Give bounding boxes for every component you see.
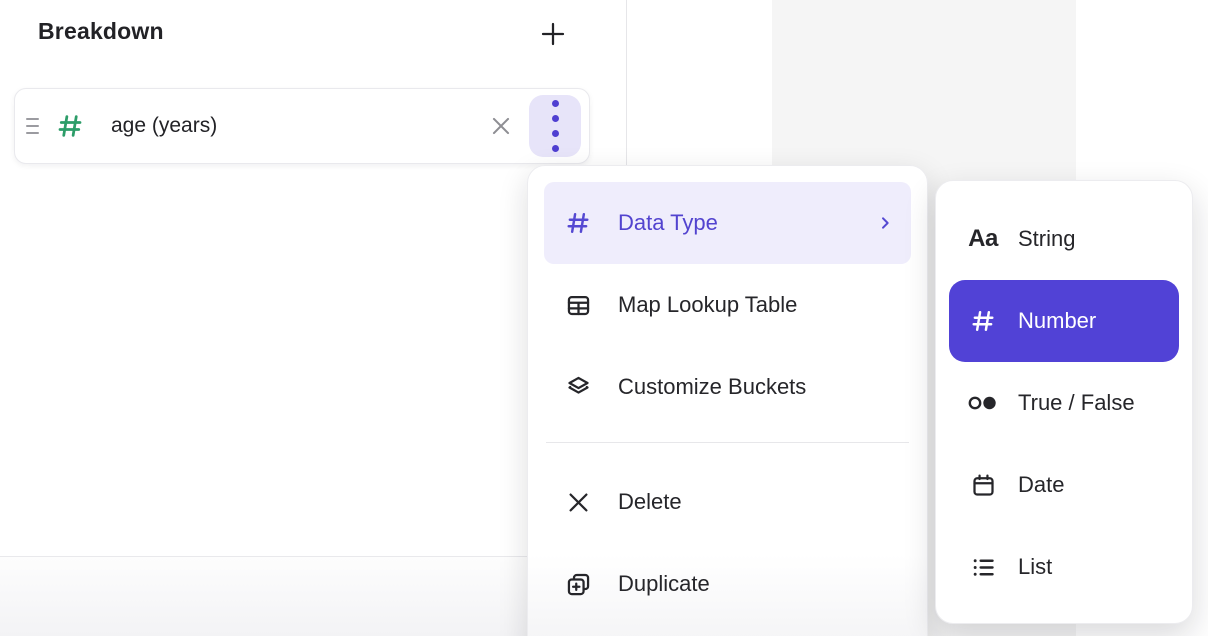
field-options-button[interactable] [529, 95, 581, 157]
submenu-item-list[interactable]: List [949, 526, 1179, 608]
boolean-circles-icon [964, 391, 1002, 415]
add-breakdown-button[interactable] [533, 14, 573, 54]
submenu-item-label: String [1018, 226, 1075, 252]
menu-item-label: Duplicate [618, 571, 893, 597]
aa-letters-icon: Aa [964, 225, 1002, 253]
submenu-item-number[interactable]: Number [949, 280, 1179, 362]
panel-header: Breakdown [38, 18, 586, 45]
bulleted-list-icon [964, 554, 1002, 581]
menu-item-duplicate[interactable]: Duplicate [544, 543, 911, 625]
submenu-item-label: Date [1018, 472, 1064, 498]
panel-title: Breakdown [38, 18, 164, 45]
kebab-dots-icon [552, 100, 559, 107]
menu-item-customize-buckets[interactable]: Customize Buckets [544, 346, 911, 428]
menu-item-map-lookup-table[interactable]: Map Lookup Table [544, 264, 911, 346]
drag-handle-icon[interactable] [21, 118, 43, 134]
x-icon [564, 489, 592, 516]
calendar-icon [964, 472, 1002, 499]
submenu-item-label: List [1018, 554, 1052, 580]
menu-item-delete[interactable]: Delete [544, 461, 911, 543]
menu-item-label: Map Lookup Table [618, 292, 893, 318]
layers-icon [564, 374, 592, 401]
submenu-item-date[interactable]: Date [949, 444, 1179, 526]
menu-item-label: Data Type [618, 210, 851, 236]
chevron-right-icon [877, 215, 893, 231]
data-type-submenu: Aa String Number True / False Date [935, 180, 1193, 624]
submenu-item-string[interactable]: Aa String [949, 198, 1179, 280]
plus-icon [538, 19, 568, 49]
app-screen: Breakdown age (years) [0, 0, 1208, 636]
close-icon [488, 113, 514, 139]
field-label: age (years) [111, 114, 479, 138]
remove-field-button[interactable] [479, 104, 523, 148]
field-context-menu: Data Type Map Lookup Table Customize Buc… [527, 165, 928, 636]
hash-icon [964, 307, 1002, 335]
hash-icon [564, 209, 592, 237]
number-hash-icon [55, 111, 85, 141]
menu-item-label: Delete [618, 489, 893, 515]
table-icon [564, 292, 592, 319]
submenu-item-true-false[interactable]: True / False [949, 362, 1179, 444]
menu-item-data-type[interactable]: Data Type [544, 182, 911, 264]
submenu-item-label: Number [1018, 308, 1096, 334]
submenu-item-label: True / False [1018, 390, 1135, 416]
menu-divider [546, 442, 909, 443]
duplicate-plus-icon [564, 571, 592, 598]
breakdown-field-card[interactable]: age (years) [14, 88, 590, 164]
menu-item-label: Customize Buckets [618, 374, 893, 400]
